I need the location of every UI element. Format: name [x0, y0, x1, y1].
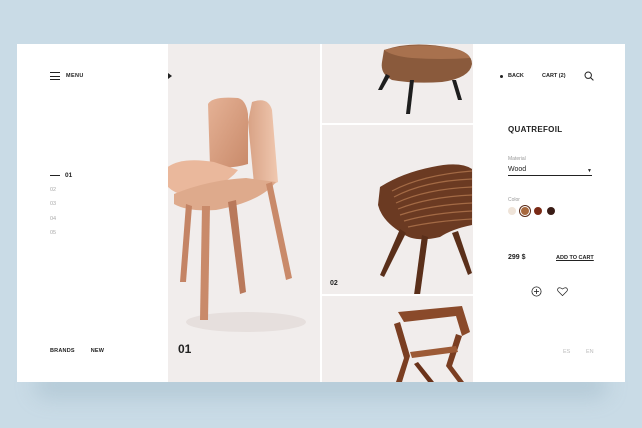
new-link[interactable]: NEW — [91, 348, 104, 354]
thumbnail-03-angular-chair[interactable]: 03 — [322, 296, 473, 382]
slide-pager: 01 02 03 04 05 — [50, 168, 72, 241]
page-frame: MENU 01 02 03 04 05 BRANDS NEW 01 02 BAC… — [17, 44, 625, 382]
parametric-chair-image — [378, 164, 473, 294]
slide-number: 01 — [178, 342, 192, 356]
pager-item-02[interactable]: 02 — [50, 183, 72, 198]
pager-item-05[interactable]: 05 — [50, 226, 72, 241]
thumbnail-number: 02 — [330, 280, 338, 287]
back-dot-icon — [500, 74, 503, 78]
product-price: 299 $ — [508, 254, 526, 261]
thumbnail-live-edge-table[interactable] — [322, 44, 473, 123]
hamburger-icon — [50, 72, 60, 80]
color-swatch[interactable] — [534, 207, 542, 215]
thumbnail-02-parametric-chair[interactable]: 02 — [322, 125, 473, 294]
color-label: Color — [508, 197, 520, 203]
pager-item-label: 01 — [65, 171, 73, 179]
table-image — [378, 44, 472, 114]
material-value: Wood — [508, 166, 527, 173]
angular-chair-image — [394, 306, 470, 382]
material-label: Material — [508, 156, 526, 162]
language-es[interactable]: ES — [563, 349, 570, 355]
brands-link[interactable]: BRANDS — [50, 348, 75, 354]
back-button[interactable]: BACK — [500, 73, 524, 79]
pager-item-01[interactable]: 01 — [50, 168, 72, 183]
add-to-cart-button[interactable]: ADD TO CART — [556, 255, 594, 261]
compare-plus-icon[interactable] — [531, 286, 542, 297]
product-panel: BACK CART (2) QUATREFOIL Material Wood ▼… — [473, 44, 625, 382]
menu-label: MENU — [66, 73, 84, 79]
search-icon[interactable] — [584, 71, 594, 81]
pager-item-label: 03 — [50, 201, 57, 208]
caret-down-icon: ▼ — [587, 168, 592, 174]
color-swatch[interactable] — [547, 207, 555, 215]
color-swatch[interactable] — [508, 207, 516, 215]
pager-item-label: 02 — [50, 186, 57, 193]
pager-item-label: 04 — [50, 215, 57, 222]
color-swatches — [508, 207, 555, 215]
pager-item-03[interactable]: 03 — [50, 197, 72, 212]
color-swatch[interactable] — [521, 207, 529, 215]
pager-active-line — [50, 174, 60, 176]
hero-slide: 01 — [168, 44, 320, 382]
pager-item-label: 05 — [50, 230, 57, 237]
cart-link[interactable]: CART (2) — [542, 73, 566, 79]
material-select[interactable]: Wood ▼ — [508, 166, 592, 176]
hero-chair-image — [168, 97, 306, 332]
heart-icon[interactable] — [557, 286, 568, 297]
pager-item-04[interactable]: 04 — [50, 212, 72, 227]
product-name: QUATREFOIL — [508, 125, 563, 134]
back-label: BACK — [508, 73, 524, 79]
slide-arrow-icon[interactable] — [168, 73, 172, 79]
language-en[interactable]: EN — [586, 349, 594, 355]
menu-button[interactable]: MENU — [50, 72, 84, 80]
footer-links: BRANDS NEW — [50, 348, 104, 354]
